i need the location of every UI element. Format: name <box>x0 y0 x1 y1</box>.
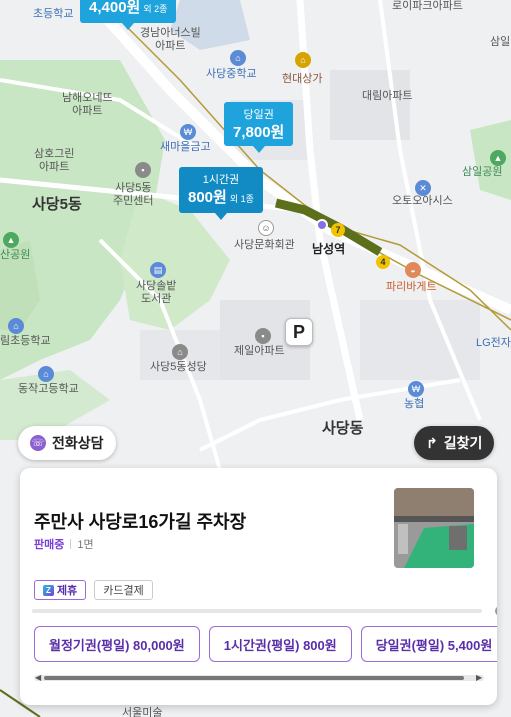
parking-lot-photo[interactable] <box>394 488 474 568</box>
map-label-high-school: 동작고등학교 <box>18 383 79 395</box>
map-label-bottom: 서울미술 <box>122 707 163 717</box>
parking-marker[interactable]: P <box>285 318 313 346</box>
directions-label: 길찾기 <box>443 435 483 451</box>
price-marker-3[interactable]: 1시간권 800원 외 1종 <box>179 167 263 220</box>
price-marker-2-price: 7,800원 <box>233 124 285 141</box>
map-label-elementary: 림초등학교 <box>0 335 51 347</box>
map-label-sadang: 사당동 <box>322 420 364 437</box>
church-icon: ⌂ <box>172 344 188 360</box>
map-label-middle-school: 사당중학교 <box>206 68 257 80</box>
map-label-school: 초등학교 <box>33 8 74 20</box>
map-label-namhae: 남해오네뜨 아파트 <box>62 92 113 117</box>
park-icon: ▲ <box>3 232 19 248</box>
map-label-samil-park: 삼일공원 <box>462 166 503 178</box>
radio-indicator <box>495 606 497 616</box>
turn-right-arrow-icon: ↱ <box>426 434 438 451</box>
phone-consult-label: 전화상담 <box>52 435 104 451</box>
apartment-icon: ▪ <box>255 328 271 344</box>
parking-lot-card[interactable]: 주만사 사당로16가길 주차장 판매중 1면 Z 제휴 카드결제 월정기권(평일)… <box>20 468 497 705</box>
map-label-community-center: 사당5동 주민센터 <box>113 182 154 207</box>
section-divider <box>32 609 482 613</box>
map-label-library: 사당솔밭 도서관 <box>136 280 177 305</box>
status-row: 판매중 1면 <box>34 536 94 552</box>
map-label-mall: 현대상가 <box>282 73 323 85</box>
map-label-lg: LG전자 <box>476 337 511 349</box>
directions-button[interactable]: ↱ 길찾기 <box>414 426 495 460</box>
ticket-daily[interactable]: 당일권(평일) 5,400원 <box>360 626 497 662</box>
map-label-apt: 경남아너스빌 아파트 <box>140 27 201 52</box>
park-icon-2: ▲ <box>490 150 506 166</box>
scroll-left-icon[interactable]: ◀ <box>35 673 41 682</box>
map-label-nonghyup: 농협 <box>404 398 425 410</box>
phone-icon: ☏ <box>30 435 46 451</box>
bank-icon: ₩ <box>180 124 196 140</box>
map-label-station: 남성역 <box>312 242 346 256</box>
ticket-hourly[interactable]: 1시간권(평일) 800원 <box>208 626 352 662</box>
scroll-right-icon[interactable]: ▶ <box>476 673 482 682</box>
price-marker-3-price: 800원 <box>188 189 227 206</box>
tag-list: Z 제휴 카드결제 <box>34 580 153 600</box>
map-label-bank: 새마을금고 <box>160 141 211 153</box>
map-label-bakery: 파리바게트 <box>386 281 437 293</box>
price-marker-1-extra: 외 2종 <box>143 4 168 14</box>
map-label-otoo: 오토오아시스 <box>392 195 453 207</box>
map-label-royal: 로이파크아파트 <box>392 0 463 12</box>
card-payment-tag: 카드결제 <box>94 580 153 600</box>
map-label-park: 산공원 <box>0 249 31 261</box>
divider <box>70 539 72 549</box>
price-marker-2-label: 당일권 <box>243 109 274 121</box>
car-service-icon: ✕ <box>415 180 431 196</box>
shop-icon: ⌂ <box>295 52 311 68</box>
map-label-samil: 삼일 <box>490 36 511 48</box>
map-label-jeil: 제일아파트 <box>234 345 285 357</box>
partner-tag-label: 제휴 <box>57 585 78 597</box>
map-label-church: 사당5동성당 <box>150 361 207 373</box>
bank-icon-2: ₩ <box>408 381 424 397</box>
scrollbar-thumb[interactable] <box>44 676 464 680</box>
hall-icon: ☺ <box>258 220 274 236</box>
partner-logo-icon: Z <box>43 584 54 596</box>
spaces-count: 1면 <box>77 539 94 551</box>
ticket-monthly[interactable]: 월정기권(평일) 80,000원 <box>34 626 200 662</box>
library-icon: ▤ <box>150 262 166 278</box>
current-location-icon <box>316 219 328 231</box>
ticket-list[interactable]: 월정기권(평일) 80,000원 1시간권(평일) 800원 당일권(평일) 5… <box>34 626 497 662</box>
school-icon: ⌂ <box>230 50 246 66</box>
parking-lot-name: 주만사 사당로16가길 주차장 <box>34 512 247 532</box>
price-marker-3-label: 1시간권 <box>202 174 240 186</box>
map-label-culture-hall: 사당문화회관 <box>234 239 295 251</box>
status-badge: 판매중 <box>34 539 65 551</box>
line7-station-icon: 7 <box>331 223 345 237</box>
line4-station-icon: 4 <box>376 255 390 269</box>
price-marker-1-price: 4,400원 <box>89 0 141 16</box>
phone-consult-button[interactable]: ☏ 전화상담 <box>18 426 116 460</box>
price-marker-2[interactable]: 당일권 7,800원 <box>224 102 294 153</box>
map-label-sadang5: 사당5동 <box>32 196 82 213</box>
map-label-daerim: 대림아파트 <box>362 90 413 102</box>
school-icon-2: ⌂ <box>38 366 54 382</box>
school-icon-3: ⌂ <box>8 318 24 334</box>
partner-tag: Z 제휴 <box>34 580 87 600</box>
office-icon: ▪ <box>135 162 151 178</box>
price-marker-1[interactable]: 4,400원 외 2종 <box>80 0 177 30</box>
price-marker-3-extra: 외 1종 <box>229 194 254 204</box>
map-label-samho: 삼호그린 아파트 <box>34 148 75 173</box>
bakery-icon: ◒ <box>405 262 421 278</box>
